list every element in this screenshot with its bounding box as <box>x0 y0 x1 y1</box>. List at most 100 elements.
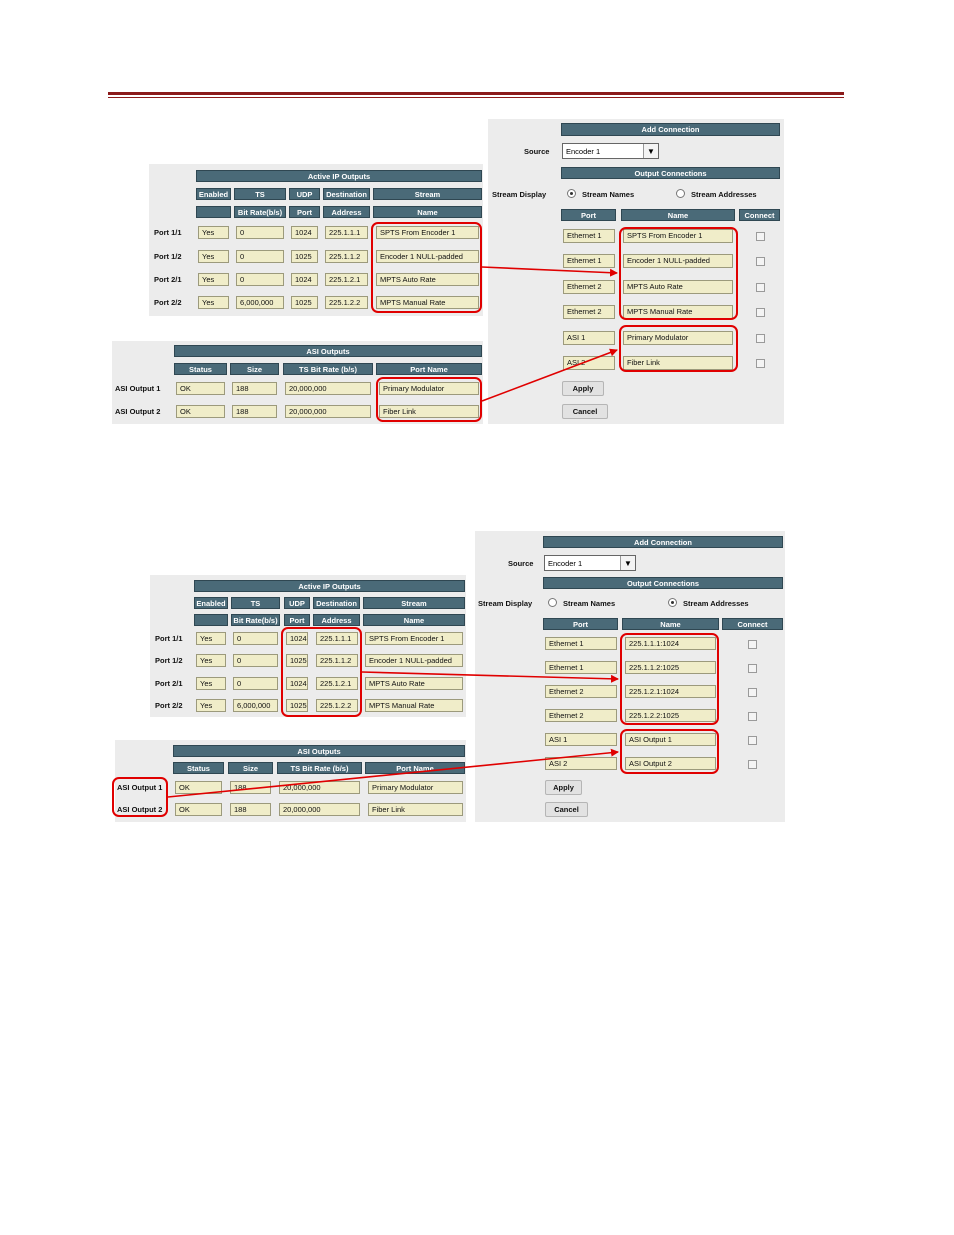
ip-row-udp: 1024 <box>291 273 318 286</box>
stream-names-radio-label: Stream Names <box>563 598 616 608</box>
asi-row-label: ASI Output 1 <box>115 383 161 393</box>
conn-port: Ethernet 2 <box>545 685 617 698</box>
connect-checkbox[interactable] <box>756 308 765 317</box>
asi-row-label: ASI Output 2 <box>115 406 161 416</box>
source-select-value: Encoder 1 <box>566 146 601 156</box>
ip-row-port-label: Port 1/2 <box>155 655 183 665</box>
stream-addresses-radio[interactable] <box>676 189 685 198</box>
asi-row-status: OK <box>176 405 225 418</box>
ip-row-enabled: Yes <box>198 296 229 309</box>
apply-button[interactable]: Apply <box>545 780 582 795</box>
conn-port: ASI 2 <box>545 757 617 770</box>
stream-names-radio[interactable] <box>548 598 557 607</box>
col-port-subheader: Port <box>289 206 320 218</box>
conn-port: ASI 2 <box>563 356 615 370</box>
asi-port-names-highlight <box>376 377 482 422</box>
output-asi-labels-highlight <box>620 729 719 774</box>
col-port-subheader: Port <box>284 614 310 626</box>
col-address-subheader: Address <box>323 206 370 218</box>
apply-button[interactable]: Apply <box>562 381 604 396</box>
chevron-down-icon[interactable]: ▼ <box>620 556 635 570</box>
ip-row-enabled: Yes <box>196 677 226 690</box>
asi-row-rate: 20,000,000 <box>285 405 371 418</box>
ip-row-port-label: Port 1/1 <box>155 633 183 643</box>
connect-checkbox[interactable] <box>756 359 765 368</box>
col-enabled-header: Enabled <box>196 188 231 200</box>
source-label: Source <box>508 558 534 568</box>
stream-names-radio[interactable] <box>567 189 576 198</box>
connect-checkbox[interactable] <box>748 640 757 649</box>
cancel-button[interactable]: Cancel <box>562 404 608 419</box>
output-addresses-highlight <box>620 633 719 725</box>
col-size-header: Size <box>228 762 273 774</box>
connect-checkbox[interactable] <box>748 664 757 673</box>
active-ip-outputs-title: Active IP Outputs <box>194 580 465 592</box>
col-port-header: Port <box>543 618 618 630</box>
asi-row-size: 188 <box>232 382 277 395</box>
col-status-header: Status <box>173 762 224 774</box>
connect-checkbox[interactable] <box>748 736 757 745</box>
conn-port: ASI 1 <box>545 733 617 746</box>
col-port-name-header: Port Name <box>365 762 465 774</box>
col-destination-header: Destination <box>323 188 370 200</box>
col-address-subheader: Address <box>313 614 360 626</box>
connect-checkbox[interactable] <box>756 232 765 241</box>
col-rate-header: TS Bit Rate (b/s) <box>277 762 362 774</box>
ip-row-bitrate: 6,000,000 <box>233 699 278 712</box>
connect-checkbox[interactable] <box>748 712 757 721</box>
conn-port: Ethernet 1 <box>563 254 615 268</box>
col-port-header: Port <box>561 209 616 221</box>
asi-row-size: 188 <box>230 803 271 816</box>
conn-port: Ethernet 1 <box>545 661 617 674</box>
connect-checkbox[interactable] <box>756 257 765 266</box>
ip-row-enabled: Yes <box>198 250 229 263</box>
ip-row-name: SPTS From Encoder 1 <box>365 632 463 645</box>
ip-row-name: Encoder 1 NULL-padded <box>365 654 463 667</box>
conn-port: ASI 1 <box>563 331 615 345</box>
connect-checkbox[interactable] <box>756 334 765 343</box>
stream-addresses-radio[interactable] <box>668 598 677 607</box>
connect-checkbox[interactable] <box>748 760 757 769</box>
stream-addresses-radio-label: Stream Addresses <box>691 189 757 199</box>
ip-row-address: 225.1.1.2 <box>325 250 368 263</box>
ip-row-udp: 1025 <box>291 250 318 263</box>
asi-row-size: 188 <box>232 405 277 418</box>
output-connections-title: Output Connections <box>543 577 783 589</box>
col-enabled-subheader <box>194 614 228 626</box>
col-stream-header: Stream <box>373 188 482 200</box>
ip-row-port-label: Port 1/1 <box>154 227 182 237</box>
stream-names-highlight <box>371 222 482 313</box>
connect-checkbox[interactable] <box>756 283 765 292</box>
ip-row-port-label: Port 2/1 <box>155 678 183 688</box>
stream-addresses-radio-label: Stream Addresses <box>683 598 749 608</box>
ip-row-enabled: Yes <box>196 632 226 645</box>
ip-row-port-label: Port 2/1 <box>154 274 182 284</box>
asi-outputs-title: ASI Outputs <box>173 745 465 757</box>
col-destination-header: Destination <box>313 597 360 609</box>
ip-row-udp: 1025 <box>291 296 318 309</box>
col-name-header: Name <box>622 618 719 630</box>
ip-row-bitrate: 0 <box>233 677 278 690</box>
add-connection-title: Add Connection <box>543 536 783 548</box>
ip-row-enabled: Yes <box>196 699 226 712</box>
conn-port: Ethernet 2 <box>563 280 615 294</box>
ip-row-address: 225.1.2.1 <box>325 273 368 286</box>
cancel-button[interactable]: Cancel <box>545 802 588 817</box>
asi-row-rate: 20,000,000 <box>279 803 360 816</box>
source-select[interactable]: Encoder 1 ▼ <box>562 143 659 159</box>
asi-row-status: OK <box>176 382 225 395</box>
source-select[interactable]: Encoder 1 ▼ <box>544 555 636 571</box>
ip-row-udp: 1024 <box>291 226 318 239</box>
connect-checkbox[interactable] <box>748 688 757 697</box>
col-stream-header: Stream <box>363 597 465 609</box>
asi-row-status: OK <box>175 781 222 794</box>
col-name-subheader: Name <box>373 206 482 218</box>
asi-outputs-title: ASI Outputs <box>174 345 482 357</box>
conn-port: Ethernet 2 <box>563 305 615 319</box>
asi-output-labels-highlight <box>112 777 168 817</box>
col-size-header: Size <box>230 363 279 375</box>
ip-row-bitrate: 0 <box>236 273 284 286</box>
ip-row-bitrate: 0 <box>236 226 284 239</box>
chevron-down-icon[interactable]: ▼ <box>643 144 658 158</box>
col-rate-header: TS Bit Rate (b/s) <box>283 363 373 375</box>
